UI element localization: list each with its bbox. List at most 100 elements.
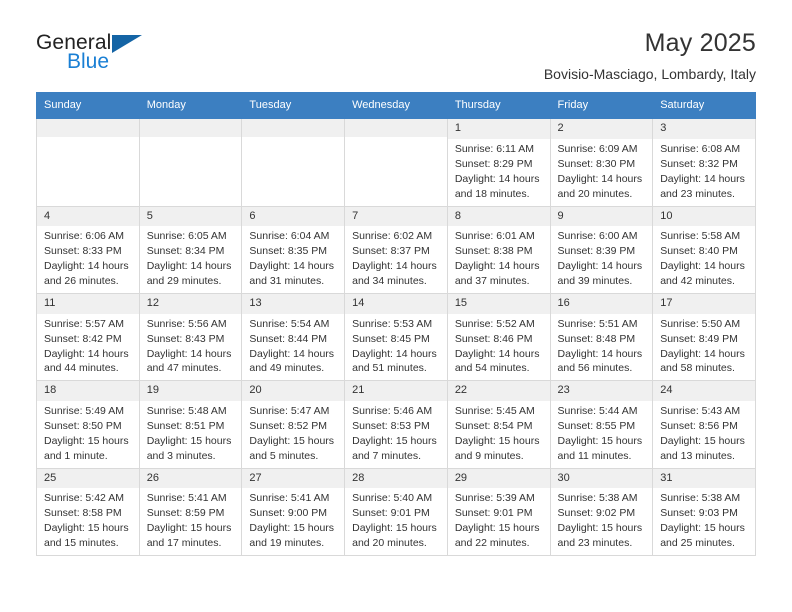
calendar-day-cell[interactable]: 16 Sunrise: 5:51 AM Sunset: 8:48 PM Dayligh… — [549, 292, 654, 382]
calendar-day-cell-empty — [241, 118, 346, 207]
sunrise-text: Sunrise: 5:41 AM — [146, 492, 227, 505]
sunrise-text: Sunrise: 6:05 AM — [146, 230, 227, 243]
day-info: Sunrise: 6:11 AM Sunset: 8:29 PM Daylight:… — [455, 142, 544, 202]
sunrise-text: Sunrise: 6:11 AM — [454, 142, 534, 155]
day-info: Sunrise: 6:05 AM Sunset: 8:34 PM Daylight:… — [147, 229, 236, 289]
daylight-text-line2: and 47 minutes. — [146, 362, 222, 375]
day-cell-content: 27 Sunrise: 5:41 AM Sunset: 9:00 PM Dayligh… — [242, 468, 345, 555]
sunset-text: Sunset: 8:46 PM — [454, 332, 533, 345]
calendar-day-cell[interactable]: 10 Sunrise: 5:58 AM Sunset: 8:40 PM Dayligh… — [652, 205, 756, 294]
calendar-day-cell[interactable]: 11 Sunrise: 5:57 AM Sunset: 8:42 PM Dayligh… — [36, 292, 140, 382]
day-cell-content: 21 Sunrise: 5:46 AM Sunset: 8:53 PM Dayligh… — [345, 381, 447, 467]
calendar-day-cell[interactable]: 30 Sunrise: 5:38 AM Sunset: 9:02 PM Dayligh… — [549, 467, 654, 557]
calendar-day-cell[interactable]: 29 Sunrise: 5:39 AM Sunset: 9:01 PM Dayligh… — [446, 467, 551, 557]
day-info: Sunrise: 5:40 AM Sunset: 9:01 PM Daylight:… — [352, 491, 441, 551]
title-block: May 2025 Bovisio-Masciago, Lombardy, Ita… — [156, 29, 756, 82]
day-info: Sunrise: 5:58 AM Sunset: 8:40 PM Daylight:… — [660, 229, 749, 289]
calendar-day-cell[interactable]: 31 Sunrise: 5:38 AM Sunset: 9:03 PM Dayligh… — [652, 467, 756, 557]
sunrise-text: Sunrise: 5:40 AM — [352, 492, 433, 505]
daylight-text-line1: Daylight: 14 hours — [660, 347, 745, 360]
page-subtitle: Bovisio-Masciago, Lombardy, Italy — [543, 65, 756, 82]
day-info: Sunrise: 5:53 AM Sunset: 8:45 PM Daylight:… — [352, 317, 441, 377]
calendar-day-cell[interactable]: 28 Sunrise: 5:40 AM Sunset: 9:01 PM Dayligh… — [344, 467, 448, 557]
day-info: Sunrise: 5:52 AM Sunset: 8:46 PM Daylight:… — [455, 317, 544, 377]
calendar-day-cell-empty — [138, 118, 243, 207]
weekday-header-wednesday: Wednesday — [344, 91, 448, 120]
daylight-text-line2: and 34 minutes. — [352, 275, 427, 288]
calendar-day-cell[interactable]: 24 Sunrise: 5:43 AM Sunset: 8:56 PM Dayligh… — [652, 380, 756, 469]
calendar-day-cell[interactable]: 19 Sunrise: 5:48 AM Sunset: 8:51 PM Dayligh… — [138, 380, 243, 469]
sunset-text: Sunset: 9:02 PM — [557, 507, 636, 520]
daylight-text-line2: and 23 minutes. — [660, 187, 735, 200]
sunset-text: Sunset: 8:53 PM — [352, 419, 430, 432]
calendar-day-cell[interactable]: 7 Sunrise: 6:02 AM Sunset: 8:37 PM Daylight… — [344, 205, 448, 294]
sunrise-text: Sunrise: 5:48 AM — [146, 405, 227, 418]
day-cell-content: 9 Sunrise: 6:00 AM Sunset: 8:39 PM Daylight… — [550, 206, 653, 293]
day-info: Sunrise: 5:41 AM Sunset: 8:59 PM Daylight:… — [147, 491, 236, 551]
calendar-day-cell[interactable]: 27 Sunrise: 5:41 AM Sunset: 9:00 PM Dayligh… — [241, 467, 346, 557]
daylight-text-line1: Daylight: 15 hours — [352, 434, 437, 447]
day-cell-content: 10 Sunrise: 5:58 AM Sunset: 8:40 PM Dayligh… — [653, 206, 755, 293]
day-number: 13 — [242, 293, 345, 314]
calendar-day-cell[interactable]: 14 Sunrise: 5:53 AM Sunset: 8:45 PM Dayligh… — [344, 292, 448, 382]
daylight-text-line2: and 22 minutes. — [454, 537, 530, 550]
day-cell-content: 14 Sunrise: 5:53 AM Sunset: 8:45 PM Dayligh… — [345, 293, 447, 380]
calendar-day-cell[interactable]: 25 Sunrise: 5:42 AM Sunset: 8:58 PM Dayligh… — [36, 467, 140, 557]
day-number: 19 — [139, 381, 242, 402]
calendar-day-cell[interactable]: 8 Sunrise: 6:01 AM Sunset: 8:38 PM Daylight… — [446, 205, 551, 294]
calendar-day-cell[interactable]: 21 Sunrise: 5:46 AM Sunset: 8:53 PM Dayligh… — [344, 380, 448, 469]
day-info: Sunrise: 5:54 AM Sunset: 8:44 PM Daylight:… — [249, 317, 338, 377]
calendar-day-cell[interactable]: 3 Sunrise: 6:08 AM Sunset: 8:32 PM Daylight… — [652, 118, 756, 207]
calendar-day-cell[interactable]: 5 Sunrise: 6:05 AM Sunset: 8:34 PM Daylight… — [138, 205, 243, 294]
daylight-text-line1: Daylight: 14 hours — [557, 172, 643, 185]
day-number: 18 — [37, 381, 139, 402]
sunset-text: Sunset: 9:01 PM — [454, 507, 533, 520]
day-number: 26 — [139, 468, 242, 489]
calendar-day-cell[interactable]: 12 Sunrise: 5:56 AM Sunset: 8:43 PM Dayligh… — [138, 292, 243, 382]
day-number: 14 — [345, 293, 447, 314]
calendar-day-cell[interactable]: 23 Sunrise: 5:44 AM Sunset: 8:55 PM Dayligh… — [549, 380, 654, 469]
daylight-text-line2: and 13 minutes. — [660, 449, 735, 462]
calendar-day-cell[interactable]: 4 Sunrise: 6:06 AM Sunset: 8:33 PM Daylight… — [36, 205, 140, 294]
day-cell-content: 31 Sunrise: 5:38 AM Sunset: 9:03 PM Dayligh… — [653, 468, 755, 555]
daylight-text-line2: and 29 minutes. — [146, 275, 222, 288]
calendar-day-cell[interactable]: 2 Sunrise: 6:09 AM Sunset: 8:30 PM Daylight… — [549, 118, 654, 207]
general-blue-logo[interactable]: General Blue — [36, 30, 156, 76]
calendar-page: General Blue May 2025 Bovisio-Masciago, … — [0, 0, 792, 612]
sunrise-text: Sunrise: 5:38 AM — [660, 492, 741, 505]
day-cell-content: 8 Sunrise: 6:01 AM Sunset: 8:38 PM Daylight… — [447, 206, 550, 293]
calendar-day-cell[interactable]: 1 Sunrise: 6:11 AM Sunset: 8:29 PM Daylight… — [446, 118, 551, 207]
day-number: 21 — [345, 381, 447, 402]
sunrise-text: Sunrise: 5:58 AM — [660, 230, 741, 243]
day-cell-content: 25 Sunrise: 5:42 AM Sunset: 8:58 PM Dayligh… — [37, 468, 139, 555]
sunset-text: Sunset: 8:43 PM — [146, 332, 225, 345]
sunrise-text: Sunrise: 6:06 AM — [44, 230, 124, 243]
day-info: Sunrise: 6:00 AM Sunset: 8:39 PM Daylight:… — [558, 229, 647, 289]
sunset-text: Sunset: 9:01 PM — [352, 507, 430, 520]
calendar-day-cell[interactable]: 18 Sunrise: 5:49 AM Sunset: 8:50 PM Dayligh… — [36, 380, 140, 469]
daylight-text-line1: Daylight: 14 hours — [454, 172, 540, 185]
calendar-day-cell[interactable]: 17 Sunrise: 5:50 AM Sunset: 8:49 PM Dayligh… — [652, 292, 756, 382]
sunset-text: Sunset: 8:51 PM — [146, 419, 225, 432]
daylight-text-line1: Daylight: 14 hours — [660, 172, 745, 185]
calendar-day-cell[interactable]: 9 Sunrise: 6:00 AM Sunset: 8:39 PM Daylight… — [549, 205, 654, 294]
sunrise-text: Sunrise: 6:00 AM — [557, 230, 638, 243]
day-cell-content: 17 Sunrise: 5:50 AM Sunset: 8:49 PM Dayligh… — [653, 293, 755, 380]
sunset-text: Sunset: 8:45 PM — [352, 332, 430, 345]
calendar-day-cell[interactable]: 20 Sunrise: 5:47 AM Sunset: 8:52 PM Dayligh… — [241, 380, 346, 469]
day-info: Sunrise: 5:43 AM Sunset: 8:56 PM Daylight:… — [660, 404, 749, 464]
daylight-text-line2: and 17 minutes. — [146, 537, 222, 550]
calendar-week-row: 4 Sunrise: 6:06 AM Sunset: 8:33 PM Daylight… — [36, 205, 756, 294]
sunrise-text: Sunrise: 5:41 AM — [249, 492, 330, 505]
daylight-text-line2: and 49 minutes. — [249, 362, 325, 375]
calendar-day-cell[interactable]: 15 Sunrise: 5:52 AM Sunset: 8:46 PM Dayligh… — [446, 292, 551, 382]
day-cell-content: 2 Sunrise: 6:09 AM Sunset: 8:30 PM Daylight… — [550, 119, 653, 205]
weekday-header-tuesday: Tuesday — [241, 91, 346, 120]
calendar-day-cell[interactable]: 6 Sunrise: 6:04 AM Sunset: 8:35 PM Daylight… — [241, 205, 346, 294]
day-number: 24 — [653, 381, 755, 402]
calendar-day-cell[interactable]: 22 Sunrise: 5:45 AM Sunset: 8:54 PM Dayligh… — [446, 380, 551, 469]
calendar-header-row: Sunday Monday Tuesday Wednesday Thursday Frid… — [36, 91, 756, 120]
calendar-day-cell[interactable]: 13 Sunrise: 5:54 AM Sunset: 8:44 PM Dayligh… — [241, 292, 346, 382]
calendar-day-cell[interactable]: 26 Sunrise: 5:41 AM Sunset: 8:59 PM Dayligh… — [138, 467, 243, 557]
daylight-text-line1: Daylight: 14 hours — [454, 260, 540, 273]
